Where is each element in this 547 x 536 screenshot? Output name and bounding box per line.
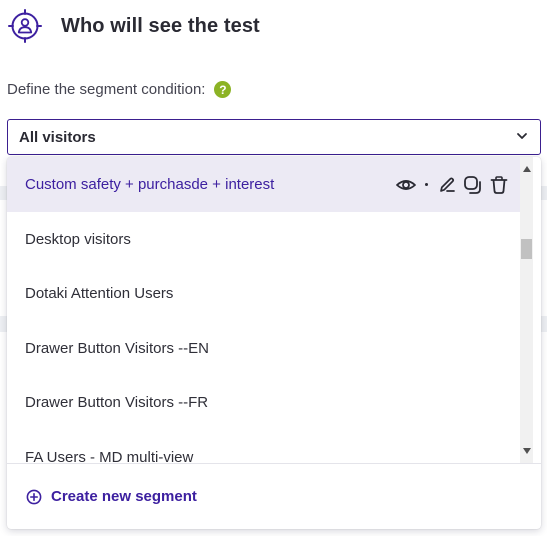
create-segment-button[interactable]: Create new segment (7, 463, 541, 529)
separator-dot (425, 183, 428, 186)
scrollbar[interactable] (520, 157, 533, 463)
background-row (0, 186, 7, 200)
pencil-icon[interactable] (434, 172, 460, 198)
list-item[interactable]: Drawer Button Visitors --FR (7, 375, 520, 430)
background-row (541, 316, 547, 332)
segment-select[interactable]: All visitors (7, 119, 541, 155)
duplicate-icon[interactable] (460, 172, 486, 198)
list-item[interactable]: Drawer Button Visitors --EN (7, 321, 520, 376)
trash-icon[interactable] (486, 172, 512, 198)
list-item-label: Dotaki Attention Users (25, 285, 174, 302)
chevron-down-icon (517, 133, 527, 139)
item-actions (393, 157, 512, 212)
list-item[interactable]: Custom safety + purchasde + interest (7, 157, 520, 212)
page-title: Who will see the test (61, 14, 260, 37)
list-item-label: Drawer Button Visitors --EN (25, 340, 209, 357)
list-item-label: Custom safety + purchasde + interest (25, 176, 275, 193)
condition-label: Define the segment condition: (7, 81, 206, 98)
target-user-icon (8, 9, 42, 43)
eye-icon[interactable] (393, 172, 419, 198)
segment-panel: Who will see the test Define the segment… (0, 0, 547, 536)
help-icon[interactable]: ? (214, 81, 232, 98)
list-item[interactable]: Desktop visitors (7, 212, 520, 267)
condition-label-row: Define the segment condition: ? (7, 81, 232, 98)
list-item[interactable]: FA Users - MD multi-view (7, 430, 520, 463)
select-value: All visitors (19, 128, 96, 146)
list-item-label: Drawer Button Visitors --FR (25, 394, 209, 411)
create-segment-label: Create new segment (51, 488, 197, 505)
list-item-label: FA Users - MD multi-view (25, 449, 194, 463)
segment-dropdown: Custom safety + purchasde + interest Des… (7, 157, 541, 529)
scroll-up-arrow-icon[interactable] (523, 166, 531, 172)
scroll-thumb[interactable] (521, 239, 532, 259)
background-row (541, 186, 547, 200)
list-item-label: Desktop visitors (25, 231, 131, 248)
background-row (0, 316, 7, 332)
segment-list: Custom safety + purchasde + interest Des… (7, 157, 520, 463)
plus-circle-icon (26, 489, 42, 504)
scroll-down-arrow-icon[interactable] (523, 448, 531, 454)
section-header: Who will see the test (8, 8, 260, 44)
list-item[interactable]: Dotaki Attention Users (7, 266, 520, 321)
